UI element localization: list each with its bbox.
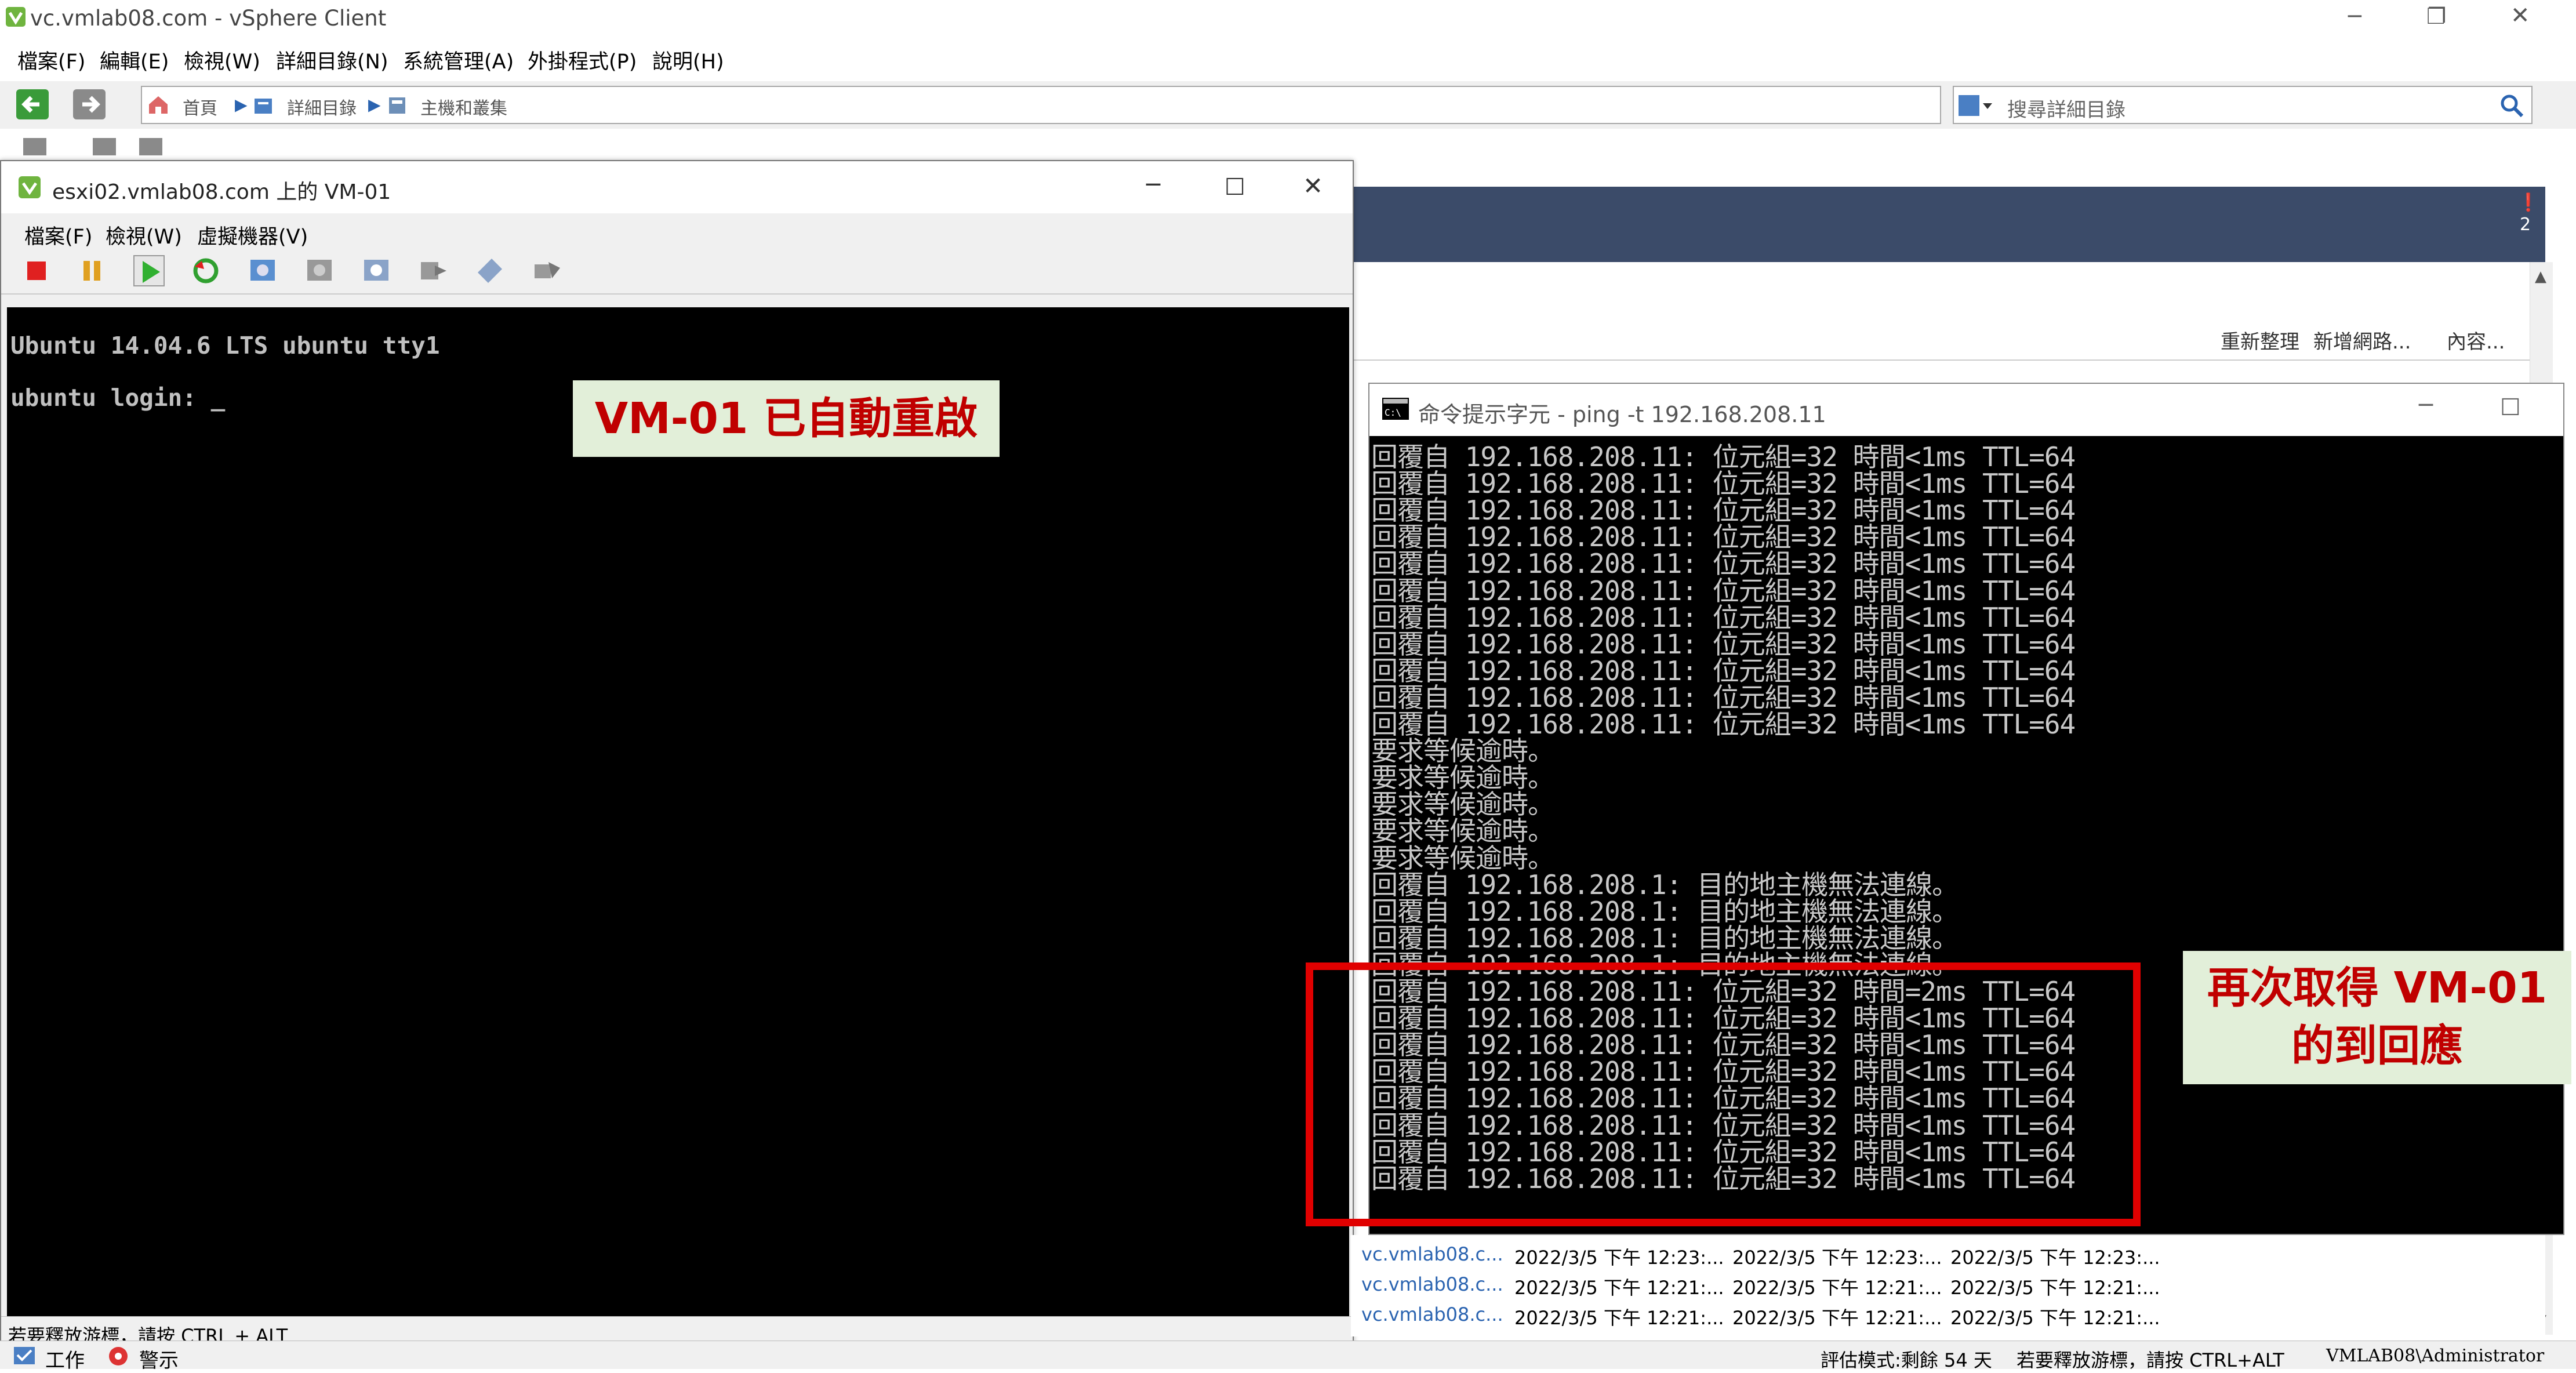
annotation-reply-line2: 的到回應 (2291, 1021, 2463, 1071)
search-icon[interactable] (2499, 93, 2524, 118)
task-time: 2022/3/5 下午 12:21:... (1732, 1307, 1942, 1329)
menu-administration[interactable]: 系統管理(A) (403, 45, 514, 75)
table-row[interactable]: vc.vmlab08.c... 2022/3/5 下午 12:23:... 20… (1351, 1237, 2528, 1269)
vm-console-logo-icon (19, 176, 41, 198)
menu-bar: 檔案(F) 編輯(E) 檢視(W) 詳細目錄(N) 系統管理(A) 外掛程式(P… (0, 41, 2576, 77)
svg-text:C:\: C:\ (1385, 407, 1401, 418)
alarm-count: 2 (2520, 215, 2531, 235)
task-target[interactable]: vc.vmlab08.c... (1361, 1273, 1503, 1295)
vm-console-window: esxi02.vmlab08.com 上的 VM-01 ─ ☐ ✕ 檔案(F) … (0, 160, 1354, 1347)
annotation-reboot: VM-01 已自動重啟 (573, 380, 1000, 457)
snapshot-icon[interactable] (304, 255, 335, 286)
breadcrumb-separator-icon: ▶ (368, 95, 381, 114)
annotation-reply-line1: 再次取得 VM-01 (2207, 963, 2548, 1013)
menu-edit[interactable]: 編輯(E) (100, 45, 169, 75)
power-off-icon[interactable] (21, 255, 52, 286)
home-icon[interactable] (147, 93, 170, 116)
minimize-button[interactable]: ─ (2348, 3, 2361, 29)
network-connect-icon[interactable] (531, 255, 562, 286)
menu-plugins[interactable]: 外掛程式(P) (528, 45, 637, 75)
vm-maximize-button[interactable]: ☐ (1225, 174, 1245, 201)
vm-toolbar (1, 248, 1353, 295)
vm-console-titlebar: esxi02.vmlab08.com 上的 VM-01 ─ ☐ ✕ (1, 161, 1353, 213)
vsphere-logo-icon (6, 7, 26, 27)
search-box[interactable]: 搜尋詳細目錄 (1953, 86, 2533, 124)
menu-file[interactable]: 檔案(F) (17, 45, 85, 75)
cd-connect-icon[interactable] (417, 255, 449, 286)
hosts-clusters-icon (389, 97, 405, 114)
table-row[interactable]: vc.vmlab08.c... 2022/3/5 下午 12:21:... 20… (1351, 1267, 2528, 1299)
close-button[interactable]: ✕ (2510, 2, 2530, 29)
console-line: Ubuntu 14.04.6 LTS ubuntu tty1 (10, 332, 440, 359)
task-time: 2022/3/5 下午 12:23:... (1732, 1247, 1942, 1269)
task-time: 2022/3/5 下午 12:23:... (1514, 1247, 1724, 1269)
vm-menu-file[interactable]: 檔案(F) (24, 220, 92, 250)
status-bar: 工作 警示 評估模式:剩餘 54 天 若要釋放游標，請按 CTRL+ALT VM… (0, 1341, 2576, 1372)
vm-console-screen[interactable]: Ubuntu 14.04.6 LTS ubuntu tty1 ubuntu lo… (7, 307, 1349, 1316)
recent-tasks-list: vc.vmlab08.c... 2022/3/5 下午 12:23:... 20… (1351, 1235, 2545, 1336)
forward-arrow-icon[interactable] (73, 89, 106, 119)
search-input[interactable]: 搜尋詳細目錄 (2007, 94, 2126, 122)
cmd-minimize-button[interactable]: ─ (2419, 392, 2433, 419)
vm-minimize-button[interactable]: ─ (1146, 172, 1160, 198)
snapshot-manager-icon[interactable] (361, 255, 392, 286)
vm-menu-bar: 檔案(F) 檢視(W) 虛擬機器(V) (1, 213, 1353, 250)
console-login-prompt: ubuntu login: _ (10, 384, 226, 412)
breadcrumb-inventory[interactable]: 詳細目錄 (287, 94, 357, 119)
cmd-maximize-button[interactable]: ☐ (2500, 394, 2521, 421)
tasks-icon[interactable] (13, 1346, 36, 1365)
alarm-icon[interactable]: ❗ (2517, 192, 2539, 213)
power-on-icon[interactable] (133, 255, 165, 286)
vm-console-title: esxi02.vmlab08.com 上的 VM-01 (52, 180, 391, 204)
breadcrumb-separator-icon: ▶ (235, 95, 248, 114)
main-titlebar: vc.vmlab08.com - vSphere Client ─ ❐ ✕ (0, 0, 2576, 38)
task-time: 2022/3/5 下午 12:21:... (1514, 1277, 1724, 1299)
breadcrumb-hosts-clusters[interactable]: 主機和叢集 (420, 94, 507, 119)
breadcrumb-home[interactable]: 首頁 (183, 94, 217, 119)
task-time: 2022/3/5 下午 12:21:... (1514, 1307, 1724, 1329)
inventory-icon (255, 99, 272, 114)
vm-menu-vm[interactable]: 虛擬機器(V) (197, 220, 308, 250)
highlight-box (1306, 962, 2141, 1226)
current-user: VMLAB08\Administrator (2326, 1346, 2545, 1366)
task-time: 2022/3/5 下午 12:21:... (1950, 1277, 2160, 1299)
vm-close-button[interactable]: ✕ (1303, 172, 1323, 200)
eval-mode-label: 評估模式:剩餘 54 天 (1821, 1349, 1992, 1371)
reset-icon[interactable] (190, 255, 221, 286)
scroll-up-icon[interactable]: ▲ (2535, 268, 2546, 285)
vm-menu-view[interactable]: 檢視(W) (106, 220, 182, 250)
cmd-title: 命令提示字元 - ping -t 192.168.208.11 (1418, 402, 1826, 427)
breadcrumb: 首頁 ▶ 詳細目錄 ▶ 主機和叢集 (141, 86, 1941, 124)
task-time: 2022/3/5 下午 12:21:... (1950, 1307, 2160, 1329)
floppy-connect-icon[interactable] (474, 255, 506, 286)
task-target[interactable]: vc.vmlab08.c... (1361, 1243, 1503, 1265)
task-time: 2022/3/5 下午 12:21:... (1732, 1277, 1942, 1299)
cmd-titlebar: C:\ 命令提示字元 - ping -t 192.168.208.11 ─ ☐ (1369, 384, 2563, 436)
guest-os-icon[interactable] (247, 255, 278, 286)
summary-header-band: ❗ 2 (1351, 187, 2545, 262)
search-scope-icon[interactable] (1957, 93, 1992, 118)
toolbar-icons-row (23, 138, 162, 155)
menu-view[interactable]: 檢視(W) (184, 45, 260, 75)
window-title: vc.vmlab08.com - vSphere Client (30, 6, 387, 31)
suspend-icon[interactable] (77, 255, 108, 286)
task-time: 2022/3/5 下午 12:23:... (1950, 1247, 2160, 1269)
host-panel: 重新整理 新增網路... 內容... (1351, 262, 2545, 361)
alarms-icon[interactable] (107, 1345, 130, 1367)
properties-link[interactable]: 內容... (2447, 326, 2505, 354)
add-network-link[interactable]: 新增網路... (2313, 326, 2411, 354)
task-target[interactable]: vc.vmlab08.c... (1361, 1303, 1503, 1325)
table-row[interactable]: vc.vmlab08.c... 2022/3/5 下午 12:21:... 20… (1351, 1298, 2528, 1329)
refresh-link[interactable]: 重新整理 (2221, 326, 2299, 354)
cmd-icon: C:\ (1382, 398, 1409, 420)
menu-inventory[interactable]: 詳細目錄(N) (276, 45, 388, 75)
restore-button[interactable]: ❐ (2426, 3, 2446, 29)
back-arrow-icon[interactable] (16, 89, 49, 119)
release-cursor-hint: 若要釋放游標，請按 CTRL+ALT (2017, 1349, 2284, 1371)
annotation-reply: 再次取得 VM-01 的到回應 (2183, 951, 2571, 1084)
menu-help[interactable]: 說明(H) (652, 45, 724, 75)
